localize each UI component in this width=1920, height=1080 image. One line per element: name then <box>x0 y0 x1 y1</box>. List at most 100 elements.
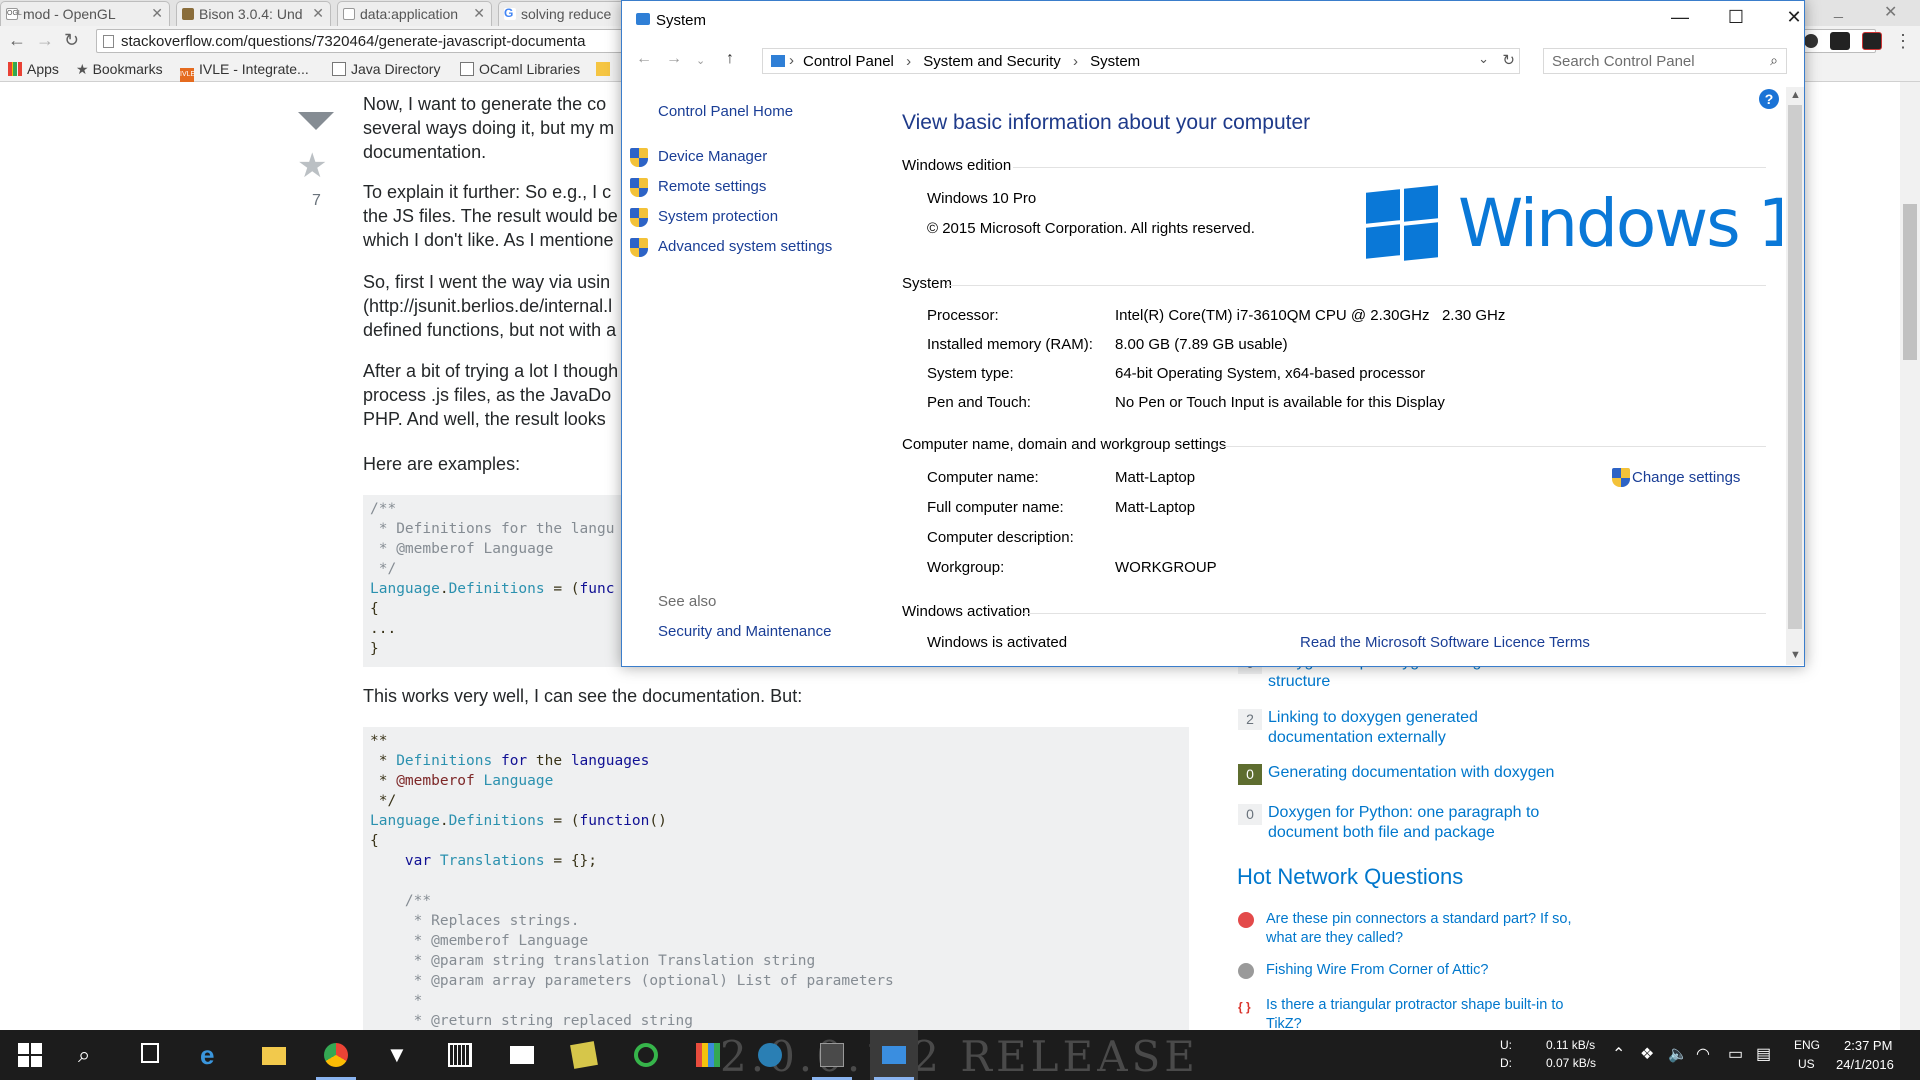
advanced-system-settings-link[interactable]: Advanced system settings <box>658 238 832 255</box>
bookmark-folder[interactable] <box>596 61 615 77</box>
scrollbar-thumb[interactable] <box>1788 105 1802 629</box>
hot-question[interactable]: { } Is there a triangular protractor sha… <box>1238 996 1563 1034</box>
browser-tab-data[interactable]: data:application ✕ <box>337 1 492 26</box>
reload-icon[interactable]: ↻ <box>64 30 79 51</box>
windows-edition-value: Windows 10 Pro <box>927 190 1037 207</box>
clock-time[interactable]: 2:37 PM <box>1844 1038 1892 1053</box>
close-icon[interactable]: ✕ <box>1884 2 1897 22</box>
hot-question[interactable]: Are these pin connectors a standard part… <box>1238 910 1571 948</box>
extension-mv-icon[interactable] <box>1862 32 1882 50</box>
tex-site-icon: { } <box>1238 1000 1251 1014</box>
minimize-icon[interactable]: _ <box>1834 2 1843 20</box>
remote-settings-link[interactable]: Remote settings <box>658 178 766 195</box>
change-settings-link[interactable]: Change settings <box>1632 469 1740 486</box>
bookmark-java-directory[interactable]: Java Directory <box>332 61 440 77</box>
related-question[interactable]: 2 Linking to doxygen generated documenta… <box>1238 708 1478 748</box>
taskbar-terminal[interactable] <box>808 1030 856 1080</box>
device-manager-link[interactable]: Device Manager <box>658 148 767 165</box>
tab-close-icon[interactable]: ✕ <box>473 5 485 22</box>
taskbar-calendar[interactable] <box>436 1030 484 1080</box>
bookmark-bookmarks[interactable]: ★ Bookmarks <box>76 61 163 78</box>
page-scrollbar[interactable] <box>1900 82 1920 1030</box>
scroll-down-icon[interactable]: ▼ <box>1790 649 1801 661</box>
extension-bird-icon[interactable] <box>1830 32 1850 50</box>
taskbar-edge[interactable]: e <box>188 1030 236 1080</box>
search-button[interactable]: ⌕ <box>66 1030 114 1080</box>
scrollbar-thumb[interactable] <box>1903 204 1917 360</box>
input-language[interactable]: ENG <box>1794 1038 1820 1052</box>
hot-question[interactable]: Fishing Wire From Corner of Attic? <box>1238 961 1488 980</box>
tab-close-icon[interactable]: ✕ <box>312 5 324 22</box>
close-icon[interactable]: ✕ <box>1774 7 1814 28</box>
chevron-down-icon[interactable]: ⌄ <box>1478 51 1489 67</box>
taskbar-store[interactable] <box>684 1030 732 1080</box>
tab-close-icon[interactable]: ✕ <box>151 5 163 22</box>
favorite-star-icon[interactable]: ★ <box>297 146 327 186</box>
up-arrow-icon[interactable]: ↑ <box>726 50 734 68</box>
forward-arrow-icon[interactable]: → <box>36 30 54 51</box>
store-icon <box>696 1043 720 1067</box>
breadcrumb-control-panel[interactable]: Control Panel <box>803 53 894 70</box>
related-question[interactable]: 0 Generating documentation with doxygen <box>1238 763 1554 785</box>
breadcrumb-system[interactable]: System <box>1090 53 1140 70</box>
help-icon[interactable]: ? <box>1759 89 1779 109</box>
licence-terms-link[interactable]: Read the Microsoft Software Licence Term… <box>1300 634 1590 651</box>
clock-date[interactable]: 24/1/2016 <box>1836 1057 1894 1072</box>
extension-icon[interactable] <box>1804 34 1818 48</box>
dropbox-icon[interactable]: ❖ <box>1640 1044 1654 1064</box>
taskbar-app-yellow[interactable] <box>560 1030 608 1080</box>
chevron-up-icon[interactable]: ⌃ <box>1612 1044 1625 1064</box>
refresh-icon[interactable]: ↻ <box>1502 51 1515 69</box>
shield-icon <box>630 178 648 197</box>
browser-tab-bison[interactable]: Bison 3.0.4: Und ✕ <box>176 1 331 26</box>
taskbar-app-globe[interactable] <box>746 1030 794 1080</box>
page-title: View basic information about your comput… <box>902 111 1311 134</box>
browser-tab-opengl[interactable]: OGL mod - OpenGL ✕ <box>0 1 170 26</box>
chevron-right-icon[interactable]: › <box>1073 53 1078 70</box>
taskbar-app-green[interactable] <box>622 1030 670 1080</box>
bookmark-apps[interactable]: Apps <box>8 61 59 77</box>
system-protection-link[interactable]: System protection <box>658 208 778 225</box>
taskbar-chrome[interactable] <box>312 1030 360 1080</box>
question-paragraph-5: Here are examples: <box>363 454 521 474</box>
battery-icon[interactable]: ▭ <box>1728 1044 1743 1064</box>
divider <box>946 285 1766 286</box>
chrome-menu-icon[interactable]: ⋮ <box>1894 31 1912 52</box>
volume-icon[interactable]: 🔈 <box>1668 1044 1688 1064</box>
wifi-icon[interactable]: ◠ <box>1696 1044 1710 1064</box>
breadcrumb[interactable]: › Control Panel › System and Security › … <box>762 48 1520 74</box>
browser-tab-google[interactable]: G solving reduce <box>498 1 628 26</box>
control-panel-home-link[interactable]: Control Panel Home <box>658 103 793 120</box>
chevron-right-icon[interactable]: › <box>789 52 794 69</box>
recent-locations-chevron-icon[interactable]: ⌄ <box>696 54 705 67</box>
taskbar-mail[interactable] <box>498 1030 546 1080</box>
downvote-arrow-icon[interactable] <box>298 112 334 130</box>
processor-label: Processor: <box>927 307 999 324</box>
back-arrow-icon[interactable]: ← <box>636 50 652 68</box>
window-titlebar[interactable]: System — ☐ ✕ <box>622 1 1804 41</box>
bookmark-ocaml[interactable]: OCaml Libraries <box>460 61 580 77</box>
control-panel-icon <box>771 55 785 67</box>
section-windows-edition: Windows edition <box>902 157 1012 174</box>
terminal-icon <box>820 1043 844 1067</box>
scroll-up-icon[interactable]: ▲ <box>1790 89 1801 101</box>
taskbar-file-explorer[interactable] <box>250 1030 298 1080</box>
bookmark-ivle[interactable]: IVLE IVLE - Integrate... <box>180 61 309 82</box>
maximize-icon[interactable]: ☐ <box>1716 7 1756 28</box>
minimize-icon[interactable]: — <box>1660 7 1700 28</box>
window-scrollbar[interactable]: ▲ ▼ <box>1786 87 1804 665</box>
task-view-button[interactable] <box>126 1030 174 1080</box>
notifications-icon[interactable]: ▤ <box>1756 1044 1771 1064</box>
back-arrow-icon[interactable]: ← <box>8 30 26 51</box>
taskbar-control-panel[interactable] <box>870 1030 918 1080</box>
taskbar-app-mask[interactable]: ▼ <box>374 1030 422 1080</box>
task-view-icon <box>141 1043 159 1063</box>
security-maintenance-link[interactable]: Security and Maintenance <box>658 623 831 640</box>
search-input[interactable]: Search Control Panel ⌕ <box>1543 48 1787 74</box>
chevron-right-icon[interactable]: › <box>906 53 911 70</box>
input-region[interactable]: US <box>1798 1057 1815 1071</box>
start-button[interactable] <box>6 1030 54 1080</box>
forward-arrow-icon[interactable]: → <box>666 50 682 68</box>
breadcrumb-system-security[interactable]: System and Security <box>923 53 1061 70</box>
related-question[interactable]: 0 Doxygen for Python: one paragraph to d… <box>1238 803 1539 843</box>
